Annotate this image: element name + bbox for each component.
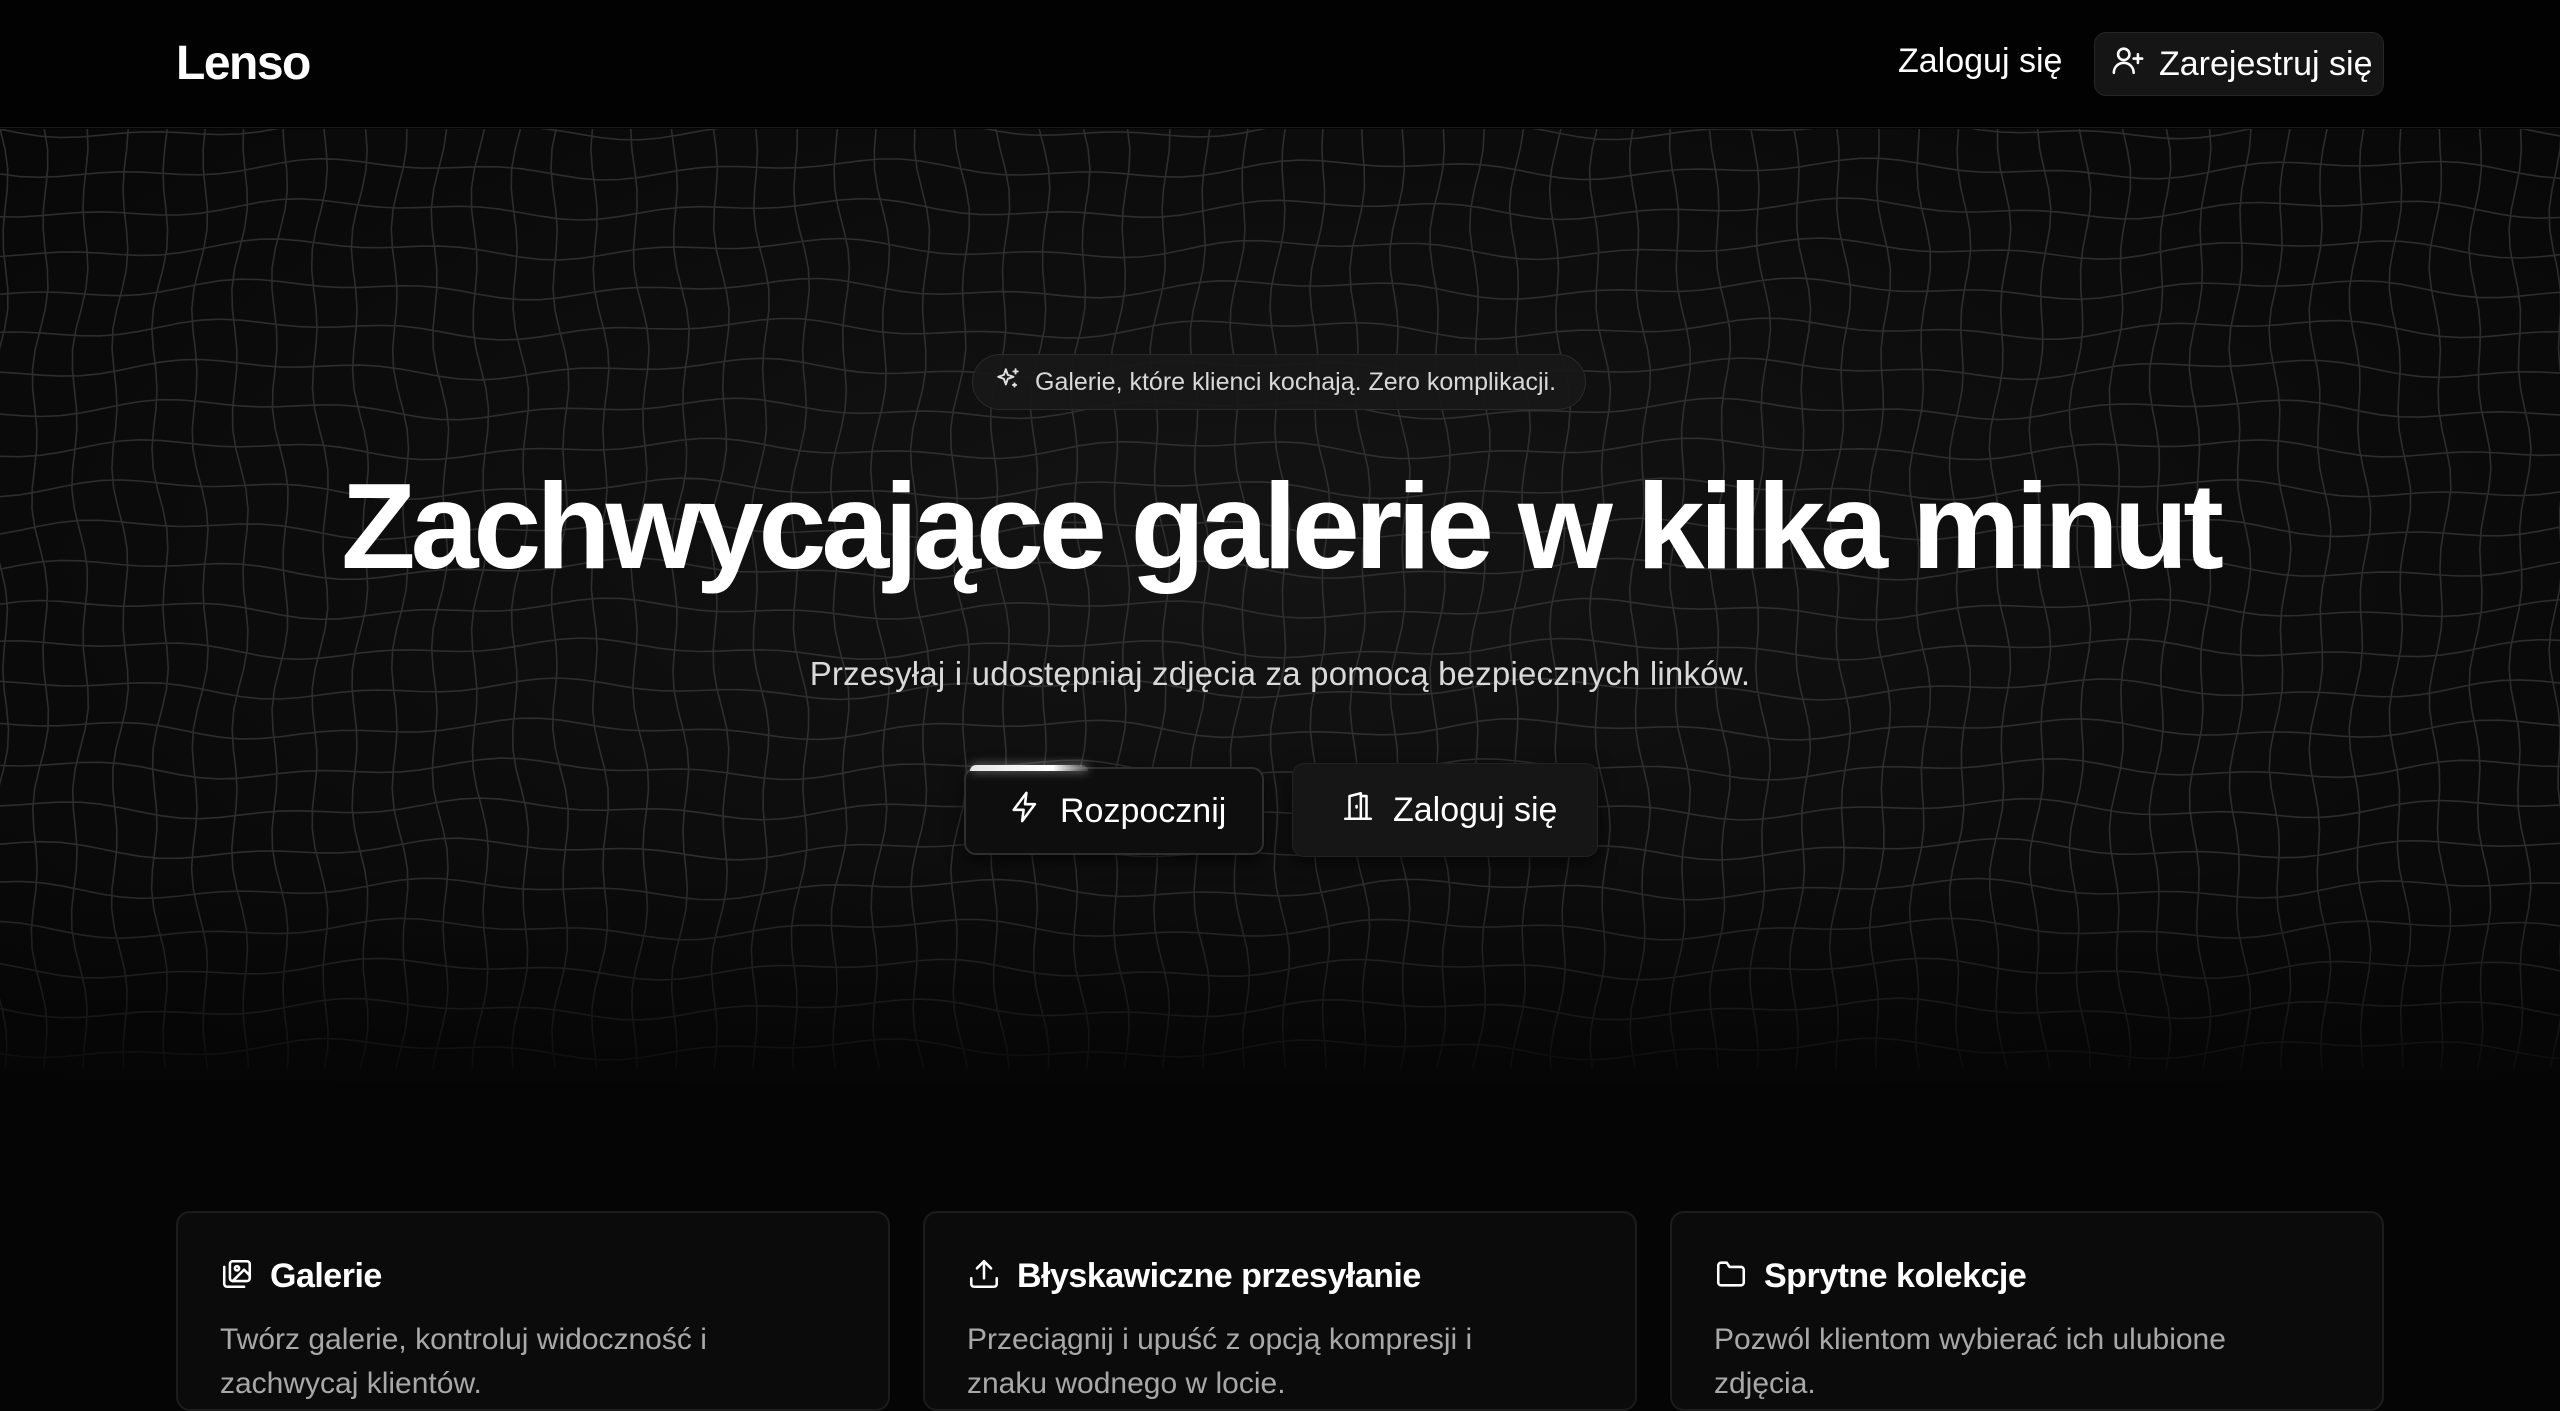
grid-lines <box>0 129 2560 1070</box>
door-icon <box>1341 789 1375 832</box>
lightning-icon <box>1008 790 1042 833</box>
feature-title: Błyskawiczne przesyłanie <box>1017 1257 1421 1295</box>
hero-login-button[interactable]: Zaloguj się <box>1292 763 1598 857</box>
user-plus-icon <box>2111 43 2145 86</box>
hero-subtitle: Przesyłaj i udostępniaj zdjęcia za pomoc… <box>809 655 1751 692</box>
get-started-label: Rozpocznij <box>1060 791 1227 830</box>
top-navbar: Lenso Zaloguj się Zarejestruj się <box>0 0 2560 128</box>
feature-description: Przeciągnij i upuść z opcją kompresji i … <box>967 1323 1473 1400</box>
get-started-button[interactable]: Rozpocznij <box>964 765 1264 855</box>
feature-description: Twórz galerie, kontroluj widoczność i za… <box>220 1323 707 1400</box>
wavy-grid-background <box>0 129 2560 1070</box>
register-label: Zarejestruj się <box>2159 44 2373 83</box>
logo[interactable]: Lenso <box>176 36 311 91</box>
hero-login-label: Zaloguj się <box>1393 790 1558 829</box>
feature-card-galleries: Galerie Twórz galerie, kontroluj widoczn… <box>176 1211 890 1411</box>
feature-card-upload: Błyskawiczne przesyłanie Przeciągnij i u… <box>923 1211 1637 1411</box>
feature-description: Pozwól klientom wybierać ich ulubione zd… <box>1714 1323 2226 1400</box>
gallery-icon <box>220 1257 254 1296</box>
register-button[interactable]: Zarejestruj się <box>2094 32 2384 96</box>
hero-section: Galerie, które klienci kochają. Zero kom… <box>0 129 2560 1084</box>
upload-icon <box>967 1257 1001 1296</box>
nav-login-link[interactable]: Zaloguj się <box>1898 42 2062 81</box>
sparkles-icon <box>995 366 1021 399</box>
hero-title: Zachwycające galerie w kilka minut <box>341 458 2224 594</box>
folder-icon <box>1714 1257 1748 1296</box>
tagline-badge: Galerie, które klienci kochają. Zero kom… <box>972 354 1586 410</box>
feature-title: Sprytne kolekcje <box>1764 1257 2027 1295</box>
badge-text: Galerie, które klienci kochają. Zero kom… <box>1035 367 1557 396</box>
feature-card-collections: Sprytne kolekcje Pozwól klientom wybiera… <box>1670 1211 2384 1411</box>
feature-title: Galerie <box>270 1257 382 1295</box>
